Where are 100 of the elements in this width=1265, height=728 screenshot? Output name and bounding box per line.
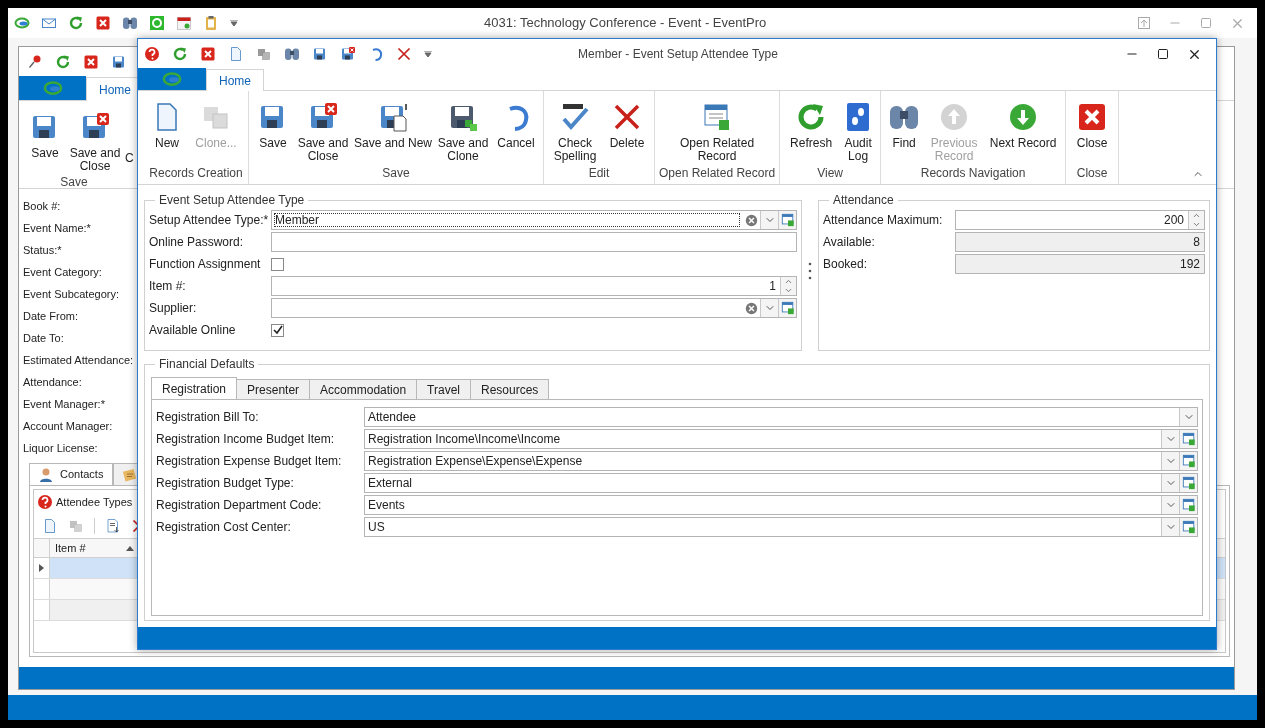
- gear-icon[interactable]: [149, 15, 165, 31]
- ribbon-tab[interactable]: Home: [206, 69, 264, 91]
- calendar-icon[interactable]: [176, 15, 192, 31]
- pin-icon[interactable]: [27, 54, 43, 70]
- field-label: Event Category:: [23, 265, 102, 280]
- refresh-icon[interactable]: [55, 54, 71, 70]
- binoculars-icon[interactable]: [122, 15, 138, 31]
- input-field[interactable]: Events: [364, 495, 1198, 515]
- lookup-button[interactable]: [778, 299, 796, 317]
- field-label: Available:: [823, 234, 876, 251]
- new-page-icon[interactable]: [42, 518, 58, 534]
- close-icon[interactable]: [200, 46, 216, 62]
- input-field[interactable]: 200: [955, 210, 1205, 230]
- spin-button[interactable]: [1188, 211, 1204, 229]
- import-icon[interactable]: [105, 518, 121, 534]
- dropdown-button[interactable]: [1161, 518, 1179, 536]
- ribbon-button[interactable]: Refresh: [784, 99, 839, 164]
- ribbon-button[interactable]: Open Related Record: [667, 99, 768, 164]
- splitter-grip-icon[interactable]: [808, 262, 812, 280]
- maximize-button[interactable]: [1157, 48, 1169, 60]
- lookup-button[interactable]: [1179, 474, 1197, 492]
- checkbox[interactable]: [271, 257, 284, 271]
- ribbon-button[interactable]: Save and New: [353, 99, 433, 164]
- restore-ribbon-icon[interactable]: [1138, 17, 1150, 29]
- lookup-button[interactable]: [1179, 518, 1197, 536]
- ribbon-group-label: View: [817, 165, 843, 182]
- new-page-icon[interactable]: [228, 46, 244, 62]
- ribbon-button[interactable]: Save and Clone: [435, 99, 491, 164]
- input-field[interactable]: 192: [955, 254, 1205, 274]
- help-icon[interactable]: [144, 46, 160, 62]
- delete-icon[interactable]: [396, 46, 412, 62]
- ribbon-button[interactable]: Find: [885, 99, 924, 164]
- spin-button[interactable]: [780, 277, 796, 295]
- save-close-icon[interactable]: [340, 46, 356, 62]
- close-icon[interactable]: [83, 54, 99, 70]
- lookup-button[interactable]: [778, 211, 796, 229]
- input-field[interactable]: 8: [955, 232, 1205, 252]
- field-label: Registration Cost Center:: [156, 519, 292, 536]
- lookup-button[interactable]: [1179, 430, 1197, 448]
- input-field[interactable]: [271, 232, 797, 252]
- section-title: Financial Defaults: [158, 356, 256, 373]
- input-field[interactable]: Attendee: [364, 407, 1198, 427]
- ribbon-button[interactable]: Audit Log: [840, 99, 877, 164]
- binoculars-icon[interactable]: [284, 46, 300, 62]
- input-field[interactable]: [271, 298, 797, 318]
- customize-caret-icon[interactable]: [424, 51, 432, 57]
- input-field[interactable]: Registration Income\Income\Income: [364, 429, 1198, 449]
- save-icon[interactable]: [312, 46, 328, 62]
- tab[interactable]: Presenter: [237, 379, 311, 400]
- dropdown-button[interactable]: [1179, 408, 1197, 426]
- ribbon-group-label: Save: [60, 174, 88, 191]
- field-label: Registration Budget Type:: [156, 475, 295, 492]
- ribbon-button[interactable]: Save and Close: [67, 109, 123, 173]
- clear-icon: [744, 213, 758, 227]
- input-field[interactable]: Registration Expense\Expense\Expense: [364, 451, 1198, 471]
- tab[interactable]: Resources: [471, 379, 550, 400]
- input-field[interactable]: US: [364, 517, 1198, 537]
- tab[interactable]: Registration: [151, 377, 238, 400]
- ribbon-button[interactable]: Save and Close: [295, 99, 351, 164]
- field-label: Attendance Maximum:: [823, 212, 944, 229]
- refresh-icon[interactable]: [68, 15, 84, 31]
- note-icon: [122, 466, 138, 483]
- field-label: Date To:: [23, 331, 64, 346]
- dropdown-button[interactable]: [1161, 474, 1179, 492]
- field-label: Setup Attendee Type:*: [149, 212, 270, 229]
- refresh-icon[interactable]: [172, 46, 188, 62]
- ribbon-button[interactable]: Save: [253, 99, 293, 164]
- customize-caret-icon[interactable]: [230, 20, 238, 26]
- ribbon-button[interactable]: Next Record: [985, 99, 1062, 164]
- lookup-button[interactable]: [1179, 496, 1197, 514]
- close-icon[interactable]: [95, 15, 111, 31]
- clone-icon[interactable]: [256, 46, 272, 62]
- ribbon-button[interactable]: C: [123, 101, 134, 167]
- input-field[interactable]: External: [364, 473, 1198, 493]
- spin-up-icon: [1192, 211, 1201, 220]
- ribbon-button[interactable]: Cancel: [493, 99, 539, 164]
- input-field[interactable]: 1: [271, 276, 797, 296]
- dropdown-button[interactable]: [1161, 452, 1179, 470]
- dropdown-button[interactable]: [760, 211, 778, 229]
- checkbox[interactable]: [271, 323, 284, 337]
- dropdown-button[interactable]: [1161, 430, 1179, 448]
- dropdown-button[interactable]: [760, 299, 778, 317]
- field-label: Registration Income Budget Item:: [156, 431, 336, 448]
- tab[interactable]: Contacts: [29, 463, 113, 486]
- mail-icon[interactable]: [41, 15, 57, 31]
- clear-icon: [744, 301, 758, 315]
- input-field[interactable]: Member: [271, 210, 797, 230]
- lookup-button[interactable]: [1179, 452, 1197, 470]
- dropdown-button[interactable]: [1161, 496, 1179, 514]
- field-label: Event Manager:*: [23, 397, 105, 412]
- tab[interactable]: Travel: [417, 379, 471, 400]
- ribbon-button[interactable]: Save: [25, 109, 65, 173]
- ribbon-button[interactable]: Close: [1070, 99, 1115, 164]
- ribbon-button[interactable]: New: [148, 99, 186, 164]
- save-icon[interactable]: [111, 54, 127, 70]
- tab[interactable]: Accommodation: [310, 379, 418, 400]
- ribbon-button[interactable]: Delete: [604, 99, 650, 164]
- clipboard-icon[interactable]: [203, 15, 219, 31]
- ribbon-button[interactable]: Check Spelling: [548, 99, 602, 164]
- logo-icon[interactable]: [14, 15, 30, 31]
